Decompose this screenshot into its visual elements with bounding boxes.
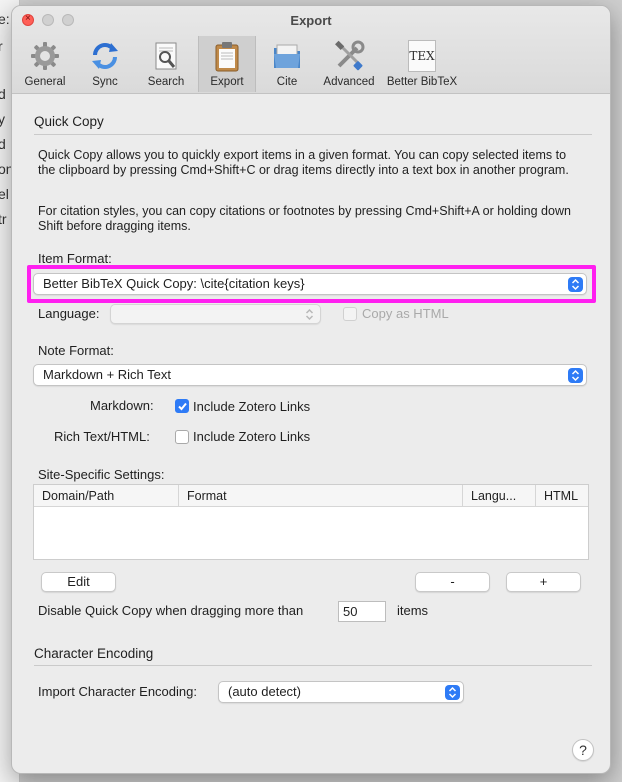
import-encoding-select[interactable]: (auto detect) (218, 681, 464, 703)
markdown-label: Markdown: (90, 398, 154, 413)
preferences-window: × Export General Sync Search Export Cite… (11, 5, 611, 774)
markdown-zotero-links-checkbox[interactable] (175, 399, 189, 413)
tab-advanced[interactable]: Advanced (318, 36, 380, 92)
help-button[interactable]: ? (572, 739, 594, 761)
search-icon (150, 40, 182, 72)
updown-arrow-icon (302, 307, 317, 322)
quick-copy-title: Quick Copy (34, 114, 104, 129)
copy-as-html-label: Copy as HTML (362, 306, 449, 321)
tab-general[interactable]: General (16, 36, 74, 92)
window-title: Export (290, 13, 332, 28)
item-format-label: Item Format: (38, 251, 112, 266)
updown-arrow-icon (445, 685, 460, 700)
language-label: Language: (38, 306, 100, 321)
citation-styles-description: For citation styles, you can copy citati… (38, 204, 571, 233)
richtext-zotero-links-label: Include Zotero Links (193, 429, 311, 444)
tab-sync[interactable]: Sync (78, 36, 132, 92)
section-divider (34, 134, 592, 135)
richtext-label: Rich Text/HTML: (54, 429, 150, 444)
help-icon: ? (579, 742, 587, 758)
sync-icon (89, 40, 121, 72)
titlebar: × Export General Sync Search Export Cite… (12, 6, 610, 94)
tab-search-label: Search (147, 76, 185, 88)
tex-icon: TEX (408, 40, 436, 72)
tab-general-label: General (24, 76, 66, 88)
richtext-zotero-links-checkbox[interactable] (175, 430, 189, 444)
quick-copy-description: Quick Copy allows you to quickly export … (38, 148, 569, 177)
table-header: Domain/Path Format Langu... HTML (34, 485, 588, 507)
bg-text: r (0, 38, 3, 54)
copy-as-html-checkbox[interactable] (343, 307, 357, 321)
tab-search[interactable]: Search (138, 36, 194, 92)
bg-text: y (0, 111, 5, 127)
tools-icon (333, 40, 365, 72)
tab-better-bibtex-label: Better BibTeX (386, 76, 458, 88)
note-format-select[interactable]: Markdown + Rich Text (33, 364, 587, 386)
updown-arrow-icon (568, 277, 583, 292)
folder-icon (271, 40, 303, 72)
preferences-toolbar: General Sync Search Export Cite Advanced… (12, 36, 610, 94)
column-html[interactable]: HTML (536, 485, 590, 507)
character-encoding-title: Character Encoding (34, 646, 154, 661)
updown-arrow-icon (568, 368, 583, 383)
items-label: items (397, 603, 429, 618)
export-pane: Quick Copy Quick Copy allows you to quic… (12, 94, 610, 773)
column-language[interactable]: Langu... (463, 485, 536, 507)
edit-button[interactable]: Edit (41, 572, 116, 592)
tab-sync-label: Sync (92, 76, 118, 88)
section-divider (34, 665, 592, 666)
markdown-zotero-links-label: Include Zotero Links (193, 399, 311, 414)
drag-limit-input[interactable]: 50 (338, 601, 386, 622)
column-domain-path[interactable]: Domain/Path (34, 485, 179, 507)
clipboard-icon (211, 40, 243, 72)
item-format-select[interactable]: Better BibTeX Quick Copy: \cite{citation… (33, 273, 587, 295)
column-format[interactable]: Format (179, 485, 463, 507)
import-encoding-label: Import Character Encoding: (38, 684, 197, 699)
tab-export-label: Export (210, 76, 244, 88)
bg-text: d (0, 136, 6, 152)
bg-text: el (0, 186, 9, 202)
tab-export[interactable]: Export (198, 36, 256, 92)
site-specific-label: Site-Specific Settings: (38, 467, 165, 482)
tex-icon-text: TEX (409, 49, 435, 63)
note-format-value: Markdown + Rich Text (43, 367, 172, 382)
bg-text: tr (0, 211, 7, 227)
checkmark-icon (178, 402, 187, 411)
site-specific-table[interactable]: Domain/Path Format Langu... HTML (33, 484, 589, 560)
tab-cite-label: Cite (276, 76, 298, 88)
disable-quick-copy-label: Disable Quick Copy when dragging more th… (38, 603, 304, 618)
note-format-label: Note Format: (38, 343, 114, 358)
bg-text: e: (0, 11, 10, 27)
tab-cite[interactable]: Cite (262, 36, 312, 92)
bg-text: d (0, 86, 6, 102)
item-format-value: Better BibTeX Quick Copy: \cite{citation… (43, 276, 305, 291)
gear-icon (29, 40, 61, 72)
add-button[interactable]: + (506, 572, 581, 592)
language-select[interactable] (110, 304, 321, 324)
tab-better-bibtex[interactable]: TEX Better BibTeX (384, 36, 460, 92)
remove-button[interactable]: - (415, 572, 490, 592)
tab-advanced-label: Advanced (323, 76, 375, 88)
import-encoding-value: (auto detect) (228, 684, 301, 699)
